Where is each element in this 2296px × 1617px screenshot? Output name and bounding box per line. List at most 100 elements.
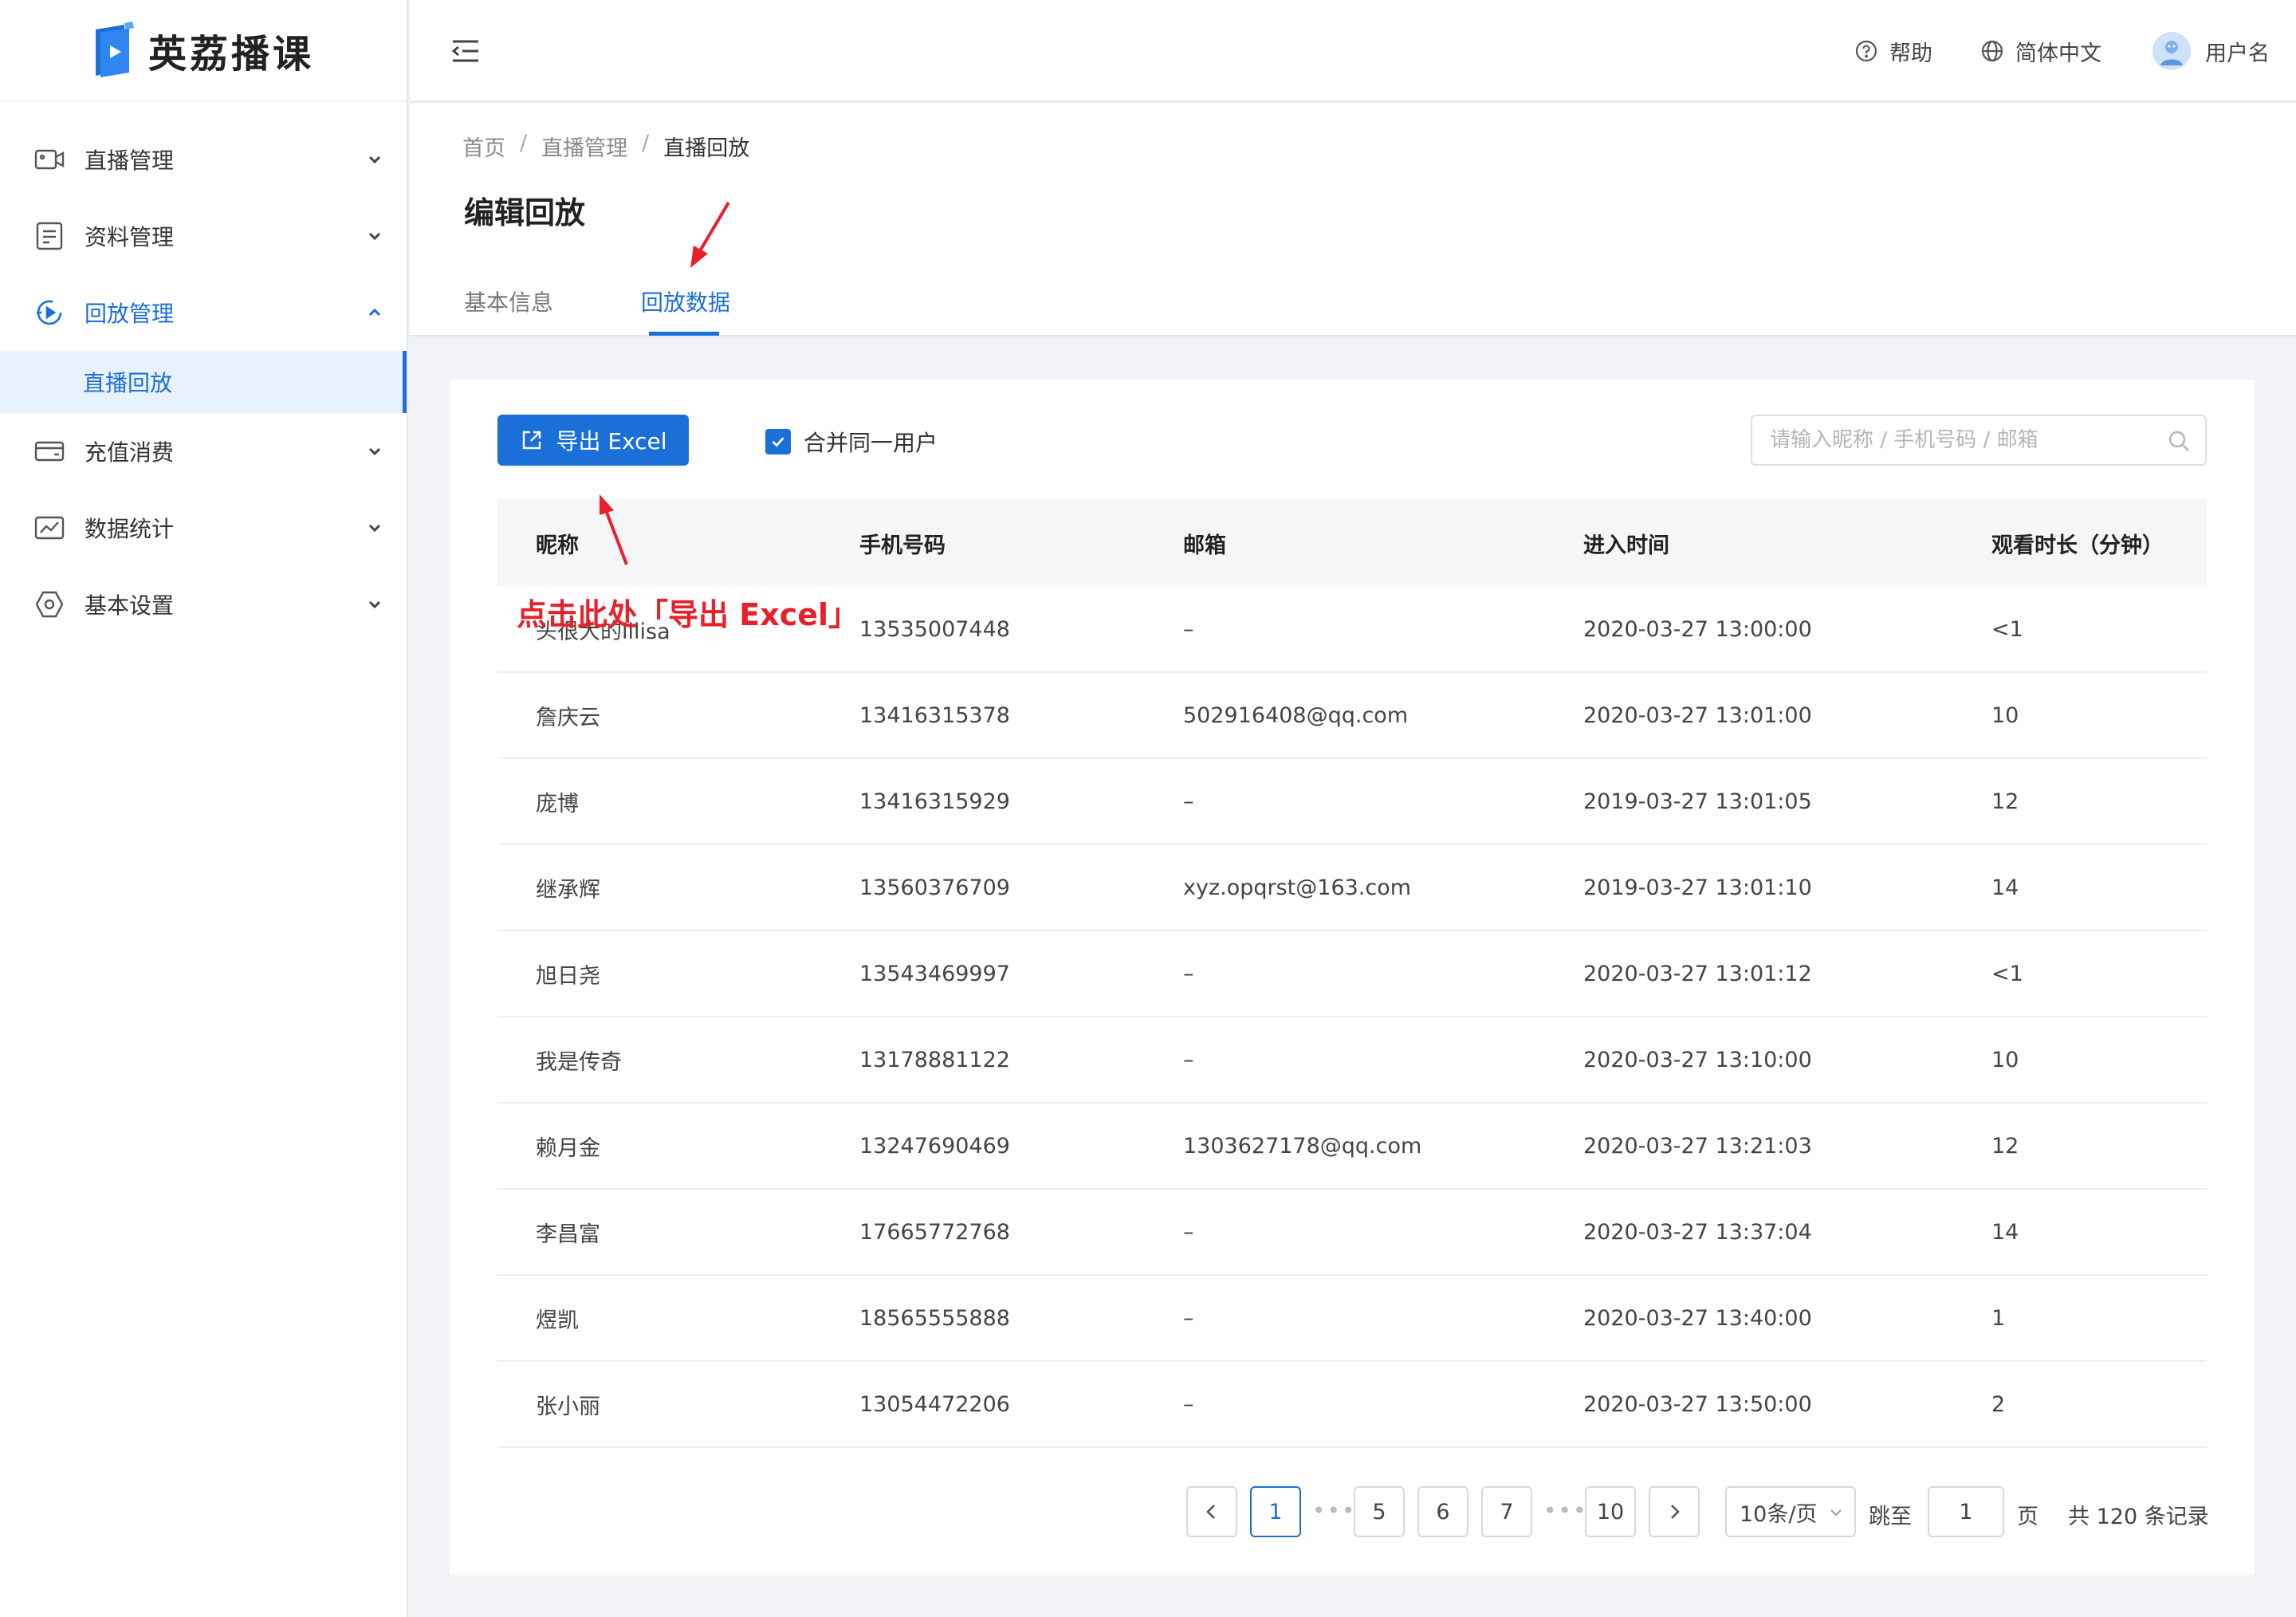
page-size-select[interactable]: 10条/页 [1725, 1486, 1856, 1537]
search-icon[interactable] [2167, 429, 2191, 453]
cell-watch-duration: 10 [1991, 702, 2019, 728]
cell-watch-duration: <1 [1991, 961, 2023, 986]
chevron-down-icon [368, 232, 381, 241]
table-row: 庞博 13416315929 – 2019-03-27 13:01:05 12 [497, 759, 2207, 845]
sidebar-subitem-live-replay[interactable]: 直播回放 [0, 351, 407, 413]
username-label: 用户名 [2205, 41, 2270, 66]
cell-email: – [1183, 1305, 1194, 1331]
export-excel-button[interactable]: 导出 Excel [497, 415, 689, 466]
breadcrumb-separator: / [520, 131, 528, 155]
column-header-enter-time: 进入时间 [1583, 533, 1669, 558]
document-icon [36, 222, 63, 250]
cell-email: – [1183, 616, 1194, 642]
sidebar-item-live[interactable]: 直播管理 [0, 121, 407, 198]
checkbox-checked-icon[interactable] [765, 429, 791, 454]
sidebar-item-materials[interactable]: 资料管理 [0, 198, 407, 274]
page-button-1[interactable]: 1 [1250, 1486, 1301, 1537]
sidebar-item-replay[interactable]: 回放管理 [0, 274, 407, 351]
merge-same-user-checkbox[interactable]: 合并同一用户 [765, 426, 938, 458]
help-label: 帮助 [1889, 41, 1932, 66]
menu-collapse-icon[interactable] [450, 35, 482, 67]
cell-watch-duration: 12 [1991, 1133, 2019, 1159]
cell-phone: 13535007448 [859, 616, 1010, 642]
top-header: 帮助 简体中文 用户名 [410, 0, 2296, 102]
chevron-right-icon [1671, 1505, 1680, 1519]
app-logo[interactable]: 英荔播课 [0, 0, 407, 102]
tab-basic-info[interactable]: 基本信息 [464, 285, 553, 317]
language-selector[interactable]: 简体中文 [1980, 32, 2101, 70]
prev-page-button[interactable] [1186, 1486, 1237, 1537]
help-link[interactable]: 帮助 [1854, 32, 1932, 70]
cell-nickname: 庞博 [536, 791, 579, 816]
globe-icon [1981, 40, 2003, 62]
cell-watch-duration: 1 [1991, 1305, 2006, 1331]
table-row: 赖月金 13247690469 1303627178@qq.com 2020-0… [497, 1104, 2207, 1190]
content-card: 导出 Excel 合并同一用户 昵称 手机号码 邮箱 进入时间 观看时长（分钟）… [450, 380, 2255, 1576]
cell-enter-time: 2020-03-27 13:21:03 [1583, 1133, 1812, 1159]
cell-phone: 13054472206 [859, 1391, 1010, 1417]
cell-email: – [1183, 1047, 1194, 1072]
table-row: 李昌富 17665772768 – 2020-03-27 13:37:04 14 [497, 1190, 2207, 1276]
page-button-7[interactable]: 7 [1481, 1486, 1532, 1537]
cell-nickname: 詹庆云 [536, 705, 600, 730]
chevron-down-icon [368, 600, 381, 609]
cell-phone: 13543469997 [859, 961, 1010, 986]
export-icon [523, 431, 541, 450]
cell-watch-duration: 14 [1991, 875, 2019, 900]
cell-nickname: 继承辉 [536, 877, 600, 903]
jump-page-input[interactable] [1928, 1486, 2004, 1537]
cell-email: xyz.opqrst@163.com [1183, 875, 1412, 900]
next-page-button[interactable] [1649, 1486, 1700, 1537]
cell-phone: 13178881122 [859, 1047, 1010, 1072]
breadcrumb: 首页 / 直播管理 / 直播回放 [462, 131, 749, 162]
page-unit-label: 页 [2017, 1505, 2038, 1529]
wallet-icon [34, 441, 65, 462]
chevron-down-icon [368, 155, 381, 164]
sidebar-subitem-label: 直播回放 [83, 370, 173, 396]
column-header-email: 邮箱 [1183, 533, 1226, 558]
cell-enter-time: 2020-03-27 13:10:00 [1583, 1047, 1812, 1072]
table-row: 继承辉 13560376709 xyz.opqrst@163.com 2019-… [497, 845, 2207, 931]
sidebar-item-statistics[interactable]: 数据统计 [0, 490, 407, 566]
sidebar-item-label: 直播管理 [85, 148, 175, 174]
replay-data-table: 昵称 手机号码 邮箱 进入时间 观看时长（分钟） 头很大的lilisa 1353… [497, 499, 2207, 1448]
export-excel-label: 导出 Excel [556, 428, 667, 454]
page-ellipsis[interactable]: ••• [1312, 1497, 1357, 1524]
breadcrumb-separator: / [642, 131, 650, 155]
column-header-watch-duration: 观看时长（分钟） [1991, 533, 2164, 558]
cell-email: – [1183, 961, 1194, 986]
breadcrumb-home[interactable]: 首页 [462, 131, 505, 162]
chevron-down-icon [1830, 1509, 1842, 1517]
sidebar: 英荔播课 直播管理 资料管理 回放管理 直播回放 充值消费 数据统计 基本设置 [0, 0, 408, 1617]
page-button-5[interactable]: 5 [1354, 1486, 1405, 1537]
user-menu[interactable]: 用户名 [2152, 32, 2270, 70]
cell-email: – [1183, 1391, 1194, 1417]
cell-nickname: 赖月金 [536, 1135, 600, 1161]
cell-phone: 13247690469 [859, 1133, 1010, 1159]
search-box[interactable] [1751, 415, 2207, 466]
cell-nickname: 旭日尧 [536, 963, 600, 989]
cell-email: – [1183, 789, 1194, 814]
question-circle-icon [1855, 40, 1877, 62]
tab-active-underline [649, 332, 719, 336]
page-ellipsis[interactable]: ••• [1543, 1497, 1588, 1524]
page-size-value: 10条/页 [1740, 1501, 1818, 1527]
search-input[interactable] [1770, 424, 2152, 456]
page-button-10[interactable]: 10 [1585, 1486, 1636, 1537]
video-camera-icon [34, 149, 65, 170]
cell-enter-time: 2020-03-27 13:01:00 [1583, 702, 1812, 728]
cell-nickname: 张小丽 [536, 1394, 600, 1419]
table-row: 詹庆云 13416315378 502916408@qq.com 2020-03… [497, 673, 2207, 759]
sidebar-item-recharge[interactable]: 充值消费 [0, 413, 407, 490]
tab-replay-data[interactable]: 回放数据 [641, 285, 730, 317]
sidebar-item-settings[interactable]: 基本设置 [0, 566, 407, 643]
breadcrumb-live-management[interactable]: 直播管理 [541, 131, 627, 162]
cell-enter-time: 2019-03-27 13:01:05 [1583, 789, 1812, 814]
page-header: 首页 / 直播管理 / 直播回放 编辑回放 基本信息 回放数据 [410, 104, 2296, 336]
merge-label: 合并同一用户 [804, 430, 938, 456]
page-button-6[interactable]: 6 [1417, 1486, 1468, 1537]
app-name: 英荔播课 [147, 32, 314, 77]
cell-watch-duration: 12 [1991, 789, 2019, 814]
cell-phone: 17665772768 [859, 1219, 1010, 1245]
cell-enter-time: 2020-03-27 13:50:00 [1583, 1391, 1812, 1417]
